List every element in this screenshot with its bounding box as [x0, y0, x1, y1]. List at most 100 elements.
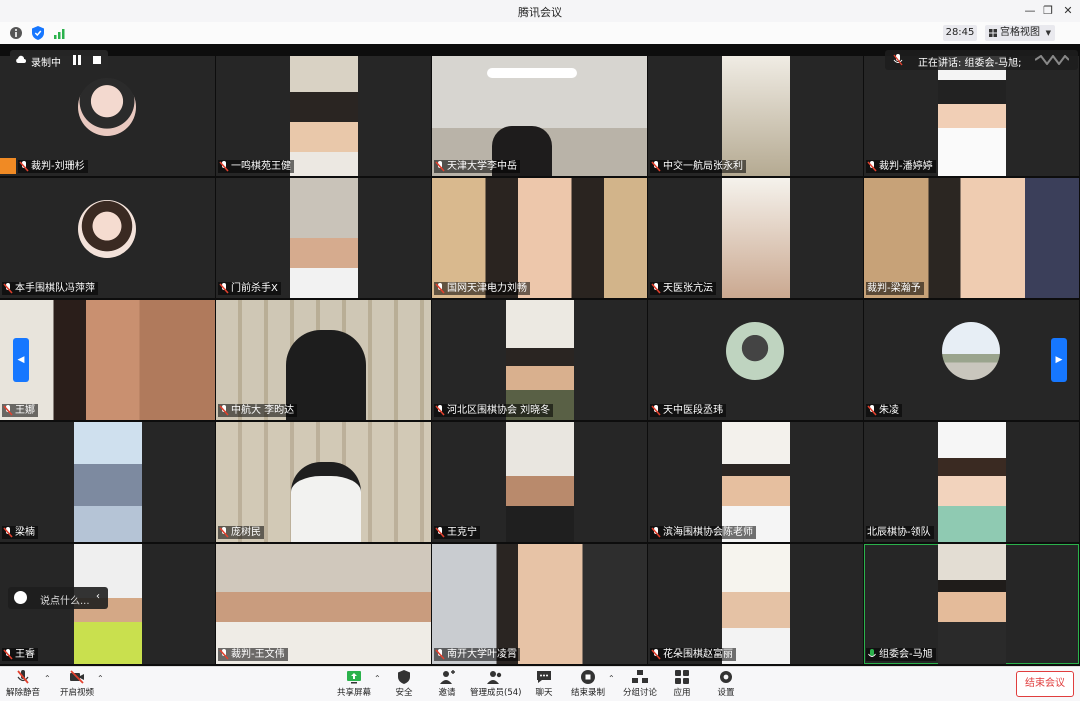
- participant-name: 天中医段丞玮: [650, 404, 726, 417]
- participant-name: 北辰棋协-领队: [866, 526, 934, 539]
- settings-button[interactable]: 设置: [712, 669, 740, 699]
- chevron-up-icon[interactable]: ⌃: [97, 674, 104, 683]
- add-user-icon: [440, 670, 455, 684]
- participant-tile[interactable]: 裁判-王文伟: [216, 544, 431, 664]
- mic-active-icon: [868, 649, 876, 657]
- share-screen-icon: [347, 671, 361, 684]
- participant-tile[interactable]: 朱凌: [864, 300, 1079, 420]
- participant-video: [290, 56, 358, 176]
- participant-video: [0, 300, 215, 420]
- participant-tile[interactable]: 庞树民: [216, 422, 431, 542]
- participant-tile[interactable]: 裁判-刘珊杉: [0, 56, 215, 176]
- participant-video: [938, 56, 1006, 176]
- participant-name: 庞树民: [218, 526, 264, 539]
- participant-tile[interactable]: 本手围棋队冯萍萍: [0, 178, 215, 298]
- speaking-indicator: 正在讲话: 组委会-马旭;: [885, 50, 1078, 70]
- participant-tile[interactable]: 滨海围棋协会陈老师: [648, 422, 863, 542]
- security-label: 安全: [395, 688, 413, 698]
- participant-name-text: 裁判-王文伟: [231, 649, 285, 660]
- breakout-rooms-button[interactable]: 分组讨论: [622, 669, 658, 699]
- view-mode-button[interactable]: 宫格视图 ▼: [985, 25, 1055, 41]
- unmute-button[interactable]: 解除静音: [4, 669, 42, 699]
- participant-video: [506, 422, 574, 542]
- prev-page-button[interactable]: ◀: [13, 338, 29, 382]
- avatar: [78, 200, 136, 258]
- participant-tile[interactable]: 中航大 李昀达: [216, 300, 431, 420]
- participant-name-text: 南开大学叶凌霄: [447, 649, 517, 660]
- pause-icon[interactable]: [72, 55, 82, 65]
- gear-icon: [720, 671, 732, 683]
- participant-tile[interactable]: 天津大学李中岳: [432, 56, 647, 176]
- participant-tile[interactable]: 王克宁: [432, 422, 647, 542]
- emoji-icon[interactable]: [14, 591, 27, 604]
- mic-muted-icon: [3, 527, 13, 538]
- participant-tile[interactable]: 门前杀手X: [216, 178, 431, 298]
- participant-name-text: 裁判-梁瀚予: [867, 283, 921, 294]
- mic-muted-icon: [651, 405, 661, 416]
- mic-muted-icon: [651, 161, 661, 172]
- participant-name: 河北区围棋协会 刘晓冬: [434, 404, 554, 417]
- participant-tile-active-speaker[interactable]: 组委会-马旭: [864, 544, 1079, 664]
- mic-muted-icon: [219, 405, 229, 416]
- apps-icon: [675, 670, 689, 684]
- chevron-up-icon[interactable]: ⌃: [44, 674, 51, 683]
- minimize-button[interactable]: —: [1022, 3, 1038, 19]
- participant-tile[interactable]: 北辰棋协-领队: [864, 422, 1079, 542]
- participant-video: [938, 422, 1006, 542]
- breakout-label: 分组讨论: [622, 688, 657, 698]
- participant-tile[interactable]: 王娜: [0, 300, 215, 420]
- chat-button[interactable]: 聊天: [530, 669, 558, 699]
- stop-icon[interactable]: [93, 56, 101, 64]
- participant-name-text: 朱凌: [879, 405, 899, 416]
- participant-tile[interactable]: 裁判-梁瀚予: [864, 178, 1079, 298]
- info-icon[interactable]: [8, 25, 24, 41]
- participant-name: 组委会-马旭: [866, 648, 936, 661]
- participant-name-text: 庞树民: [231, 527, 261, 538]
- meeting-info-bar: 28:45 宫格视图 ▼: [0, 22, 1080, 59]
- stop-recording-button[interactable]: 结束录制: [570, 669, 606, 699]
- participant-tile[interactable]: 天医张亢沄: [648, 178, 863, 298]
- grid-icon: [989, 29, 997, 37]
- title-bar: 腾讯会议 — ❐ ✕: [0, 0, 1080, 23]
- participant-tile[interactable]: 梁楠: [0, 422, 215, 542]
- chat-label: 聊天: [535, 688, 553, 698]
- chevron-up-icon[interactable]: ⌃: [374, 674, 381, 683]
- chevron-left-icon[interactable]: ‹: [96, 591, 100, 602]
- mic-muted-icon: [435, 527, 445, 538]
- mic-muted-icon: [219, 649, 229, 660]
- participant-tile[interactable]: 国网天津电力刘畅: [432, 178, 647, 298]
- participant-name: 门前杀手X: [218, 282, 281, 295]
- manage-members-button[interactable]: 管理成员(54): [470, 669, 521, 699]
- signal-icon[interactable]: [52, 25, 68, 41]
- participant-tile[interactable]: 花朵围棋赵富丽: [648, 544, 863, 664]
- participant-tile[interactable]: 天中医段丞玮: [648, 300, 863, 420]
- participant-name-text: 本手围棋队冯萍萍: [15, 283, 95, 294]
- cloud-icon: [16, 55, 26, 63]
- apps-button[interactable]: 应用: [668, 669, 696, 699]
- person-silhouette: [291, 462, 361, 542]
- participant-tile[interactable]: 中交一航局张永利: [648, 56, 863, 176]
- participant-tile[interactable]: 河北区围棋协会 刘晓冬: [432, 300, 647, 420]
- participant-tile[interactable]: 裁判-潘婷婷: [864, 56, 1079, 176]
- participant-tile[interactable]: 南开大学叶凌霄: [432, 544, 647, 664]
- chat-quick-input[interactable]: 说点什么... ‹: [8, 587, 108, 609]
- next-page-button[interactable]: ▶: [1051, 338, 1067, 382]
- participant-video: [432, 178, 647, 298]
- share-screen-button[interactable]: 共享屏幕: [336, 669, 372, 699]
- end-meeting-button[interactable]: 结束会议: [1016, 671, 1074, 697]
- restore-button[interactable]: ❐: [1040, 3, 1056, 19]
- invite-button[interactable]: 邀请: [433, 669, 461, 699]
- view-mode-label: 宫格视图: [1000, 27, 1040, 38]
- breakout-icon: [632, 670, 648, 683]
- participant-name-text: 中交一航局张永利: [663, 161, 743, 172]
- chevron-up-icon[interactable]: ⌃: [608, 674, 615, 683]
- start-video-button[interactable]: 开启视频: [58, 669, 96, 699]
- participant-name: 裁判-潘婷婷: [866, 160, 936, 173]
- security-button[interactable]: 安全: [390, 669, 418, 699]
- participant-tile[interactable]: 一鸣棋苑王健: [216, 56, 431, 176]
- participant-name: 王娜: [2, 404, 38, 417]
- shield-icon[interactable]: [30, 25, 46, 41]
- close-button[interactable]: ✕: [1060, 3, 1076, 19]
- meeting-timer: 28:45: [943, 25, 977, 41]
- mic-muted-icon: [3, 405, 13, 416]
